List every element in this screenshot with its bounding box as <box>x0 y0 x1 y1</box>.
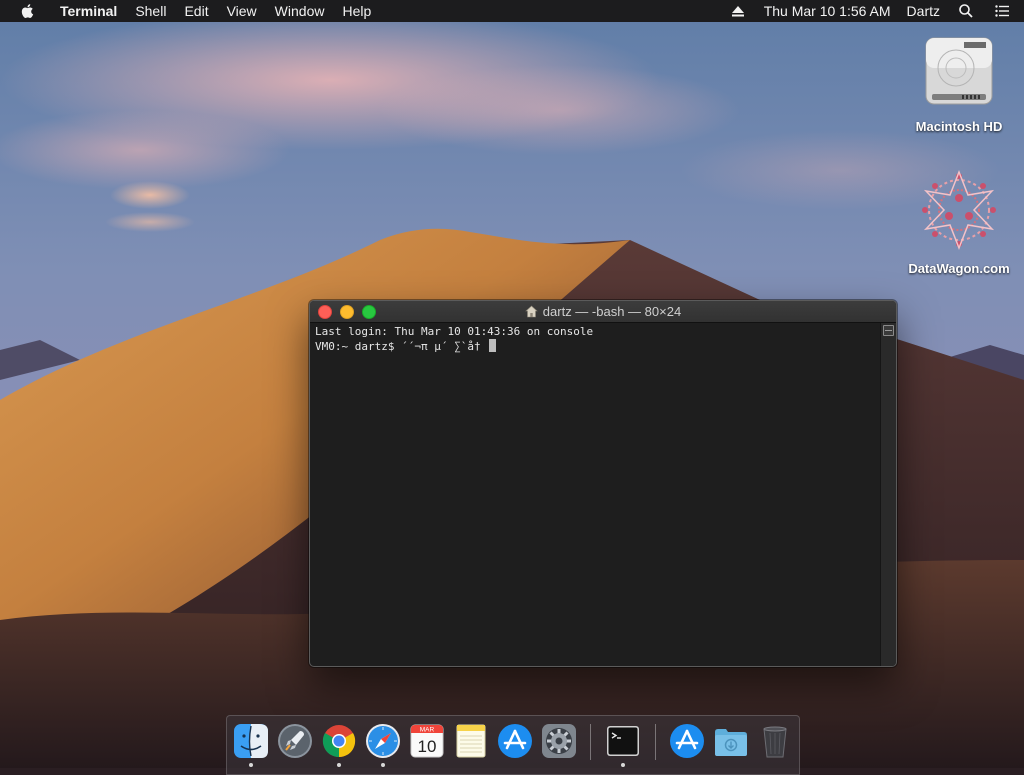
terminal-line: Last login: Thu Mar 10 01:43:36 on conso… <box>315 325 594 338</box>
minimize-button[interactable] <box>340 305 354 319</box>
desktop-icon-datawagon[interactable]: DataWagon.com <box>904 168 1014 276</box>
terminal-icon <box>607 726 639 756</box>
running-indicator <box>621 763 625 767</box>
dock-item-notes[interactable] <box>452 722 490 760</box>
dock-item-app-store[interactable] <box>496 722 534 760</box>
menu-window[interactable]: Window <box>266 0 334 22</box>
menu-app-terminal[interactable]: Terminal <box>51 0 126 22</box>
trash-icon <box>763 726 787 758</box>
home-folder-icon <box>525 305 538 318</box>
dock-item-calendar[interactable]: MAR 10 <box>408 722 446 760</box>
applications-folder-icon <box>670 724 704 758</box>
running-indicator <box>381 763 385 767</box>
menu-shell[interactable]: Shell <box>126 0 175 22</box>
running-indicator <box>249 763 253 767</box>
menu-clock[interactable]: Thu Mar 10 1:56 AM <box>756 0 899 22</box>
terminal-scrollbar[interactable] <box>880 323 896 666</box>
launchpad-icon <box>278 724 312 758</box>
calendar-icon: MAR 10 <box>410 724 444 758</box>
spotlight-search-icon[interactable] <box>958 3 974 19</box>
terminal-output[interactable]: Last login: Thu Mar 10 01:43:36 on conso… <box>310 323 881 666</box>
running-indicator <box>337 763 341 767</box>
eject-icon[interactable] <box>730 3 746 19</box>
datawagon-logo-icon <box>922 169 996 251</box>
safari-icon <box>366 724 400 758</box>
dock-item-terminal[interactable] <box>604 722 642 760</box>
desktop-icon-macintosh-hd[interactable]: Macintosh HD <box>904 32 1014 134</box>
system-preferences-icon <box>542 724 576 758</box>
dock-item-trash[interactable] <box>756 722 794 760</box>
notification-center-icon[interactable] <box>994 3 1010 19</box>
dock-item-launchpad[interactable] <box>276 722 314 760</box>
dock-separator <box>655 724 656 760</box>
finder-icon <box>234 724 268 758</box>
split-pane-icon[interactable] <box>883 325 894 336</box>
dock-item-applications[interactable] <box>668 722 706 760</box>
desktop-icon-label: Macintosh HD <box>915 119 1003 134</box>
dock-item-chrome[interactable] <box>320 722 358 760</box>
hard-drive-icon <box>925 37 993 105</box>
desktop-icon-label: DataWagon.com <box>908 261 1010 276</box>
downloads-folder-icon <box>715 729 747 756</box>
dock-item-safari[interactable] <box>364 722 402 760</box>
terminal-title: dartz — -bash — 80×24 <box>542 304 682 319</box>
chrome-icon <box>322 725 356 758</box>
dock-item-downloads[interactable] <box>712 722 750 760</box>
notes-icon <box>456 724 486 758</box>
menu-bar: Terminal Shell Edit View Window Help Thu… <box>0 0 1024 22</box>
menu-edit[interactable]: Edit <box>175 0 217 22</box>
menu-help[interactable]: Help <box>333 0 380 22</box>
dock-item-system-preferences[interactable] <box>540 722 578 760</box>
terminal-titlebar[interactable]: dartz — -bash — 80×24 <box>310 301 896 323</box>
calendar-day: 10 <box>418 737 437 756</box>
dock-separator <box>590 724 591 760</box>
calendar-month: MAR <box>420 727 435 734</box>
close-button[interactable] <box>318 305 332 319</box>
terminal-window[interactable]: dartz — -bash — 80×24 Last login: Thu Ma… <box>309 300 897 667</box>
menu-user[interactable]: Dartz <box>899 0 948 22</box>
menu-view[interactable]: View <box>218 0 266 22</box>
dock-item-finder[interactable] <box>232 722 270 760</box>
zoom-button[interactable] <box>362 305 376 319</box>
terminal-prompt-line: VM0:~ dartz$ ´´¬π µ´ ∑`å† <box>315 340 488 353</box>
text-cursor <box>489 339 497 352</box>
apple-menu-icon[interactable] <box>19 2 37 20</box>
dock: MAR 10 <box>226 715 800 775</box>
app-store-icon <box>498 724 532 758</box>
